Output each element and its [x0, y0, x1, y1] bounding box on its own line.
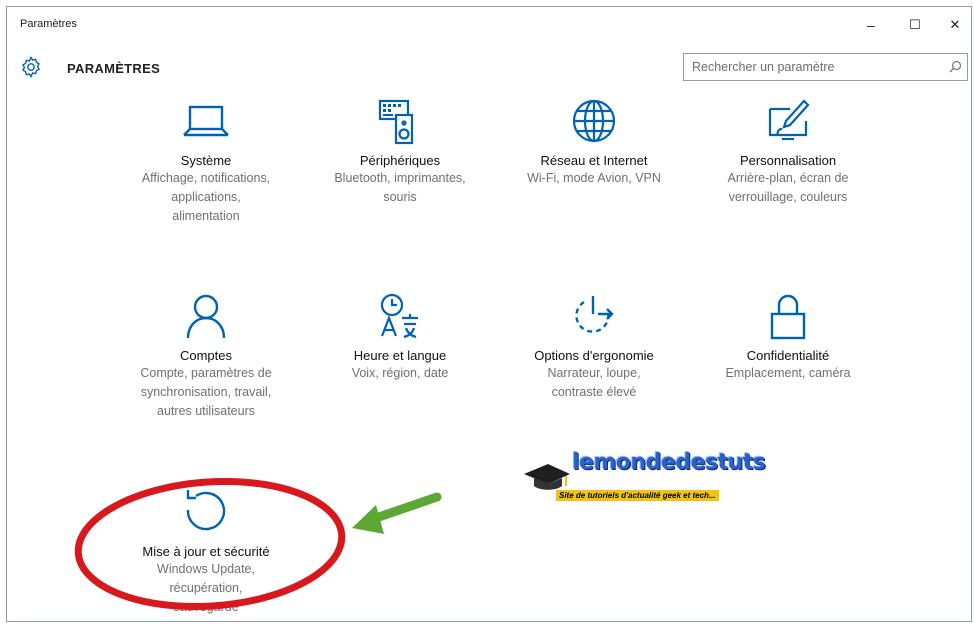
tile-heure[interactable]: Heure et langue Voix, région, date [310, 288, 490, 383]
lock-icon [770, 294, 806, 340]
tile-mise-a-jour[interactable]: Mise à jour et sécurité Windows Update, … [116, 484, 296, 617]
settings-window: Paramètres – ☐ ✕ PARAMÈTRES Rechercher u… [6, 6, 972, 622]
update-refresh-icon [186, 490, 226, 531]
tile-desc-line: Bluetooth, imprimantes, [334, 171, 466, 185]
person-icon [186, 294, 226, 339]
paint-monitor-icon [768, 99, 810, 141]
watermark-tagline: Site de tutoriels d'actualité geek et te… [556, 490, 719, 501]
tile-ergonomie[interactable]: Options d'ergonomie Narrateur, loupe, co… [504, 288, 684, 402]
tile-desc-line: récupération, [169, 581, 243, 595]
tile-confidentialite[interactable]: Confidentialité Emplacement, caméra [698, 288, 878, 383]
keyboard-speaker-icon [378, 99, 414, 145]
laptop-icon [183, 105, 229, 137]
maximize-button[interactable]: ☐ [897, 13, 933, 37]
tile-label: Réseau et Internet [540, 153, 648, 168]
tile-systeme[interactable]: Système Affichage, notifications, applic… [116, 93, 296, 226]
tile-label: Personnalisation [739, 153, 837, 168]
maximize-icon: ☐ [909, 17, 921, 32]
tile-label: Heure et langue [353, 348, 447, 363]
tile-desc-line: alimentation [172, 209, 240, 223]
tile-label: Confidentialité [746, 348, 830, 363]
tile-label: Périphériques [359, 153, 441, 168]
close-button[interactable]: ✕ [937, 13, 971, 37]
tile-desc-line: Voix, région, date [351, 366, 449, 380]
tile-label: Mise à jour et sécurité [142, 544, 270, 559]
tile-comptes[interactable]: Comptes Compte, paramètres de synchronis… [116, 288, 296, 421]
tile-desc-line: synchronisation, travail, [140, 385, 272, 399]
gear-icon [22, 56, 40, 78]
tile-reseau[interactable]: Réseau et Internet Wi-Fi, mode Avion, VP… [504, 93, 684, 188]
tile-desc-line: Narrateur, loupe, [547, 366, 641, 380]
tile-desc-line: applications, [171, 190, 241, 204]
watermark-text: lemondedestuts [572, 450, 766, 475]
tile-desc-line: Affichage, notifications, [141, 171, 271, 185]
watermark-logo: lemondedestuts Site de tutoriels d'actua… [522, 450, 766, 516]
search-input[interactable]: Rechercher un paramètre [683, 53, 968, 81]
tile-desc-line: souris [383, 190, 417, 204]
search-icon[interactable] [947, 59, 963, 75]
clock-language-icon [380, 293, 418, 339]
settings-header: PARAMÈTRES Rechercher un paramètre [7, 49, 971, 93]
close-icon: ✕ [949, 17, 961, 32]
tile-desc-line: Compte, paramètres de [140, 366, 272, 380]
title-bar: Paramètres – ☐ ✕ [7, 7, 971, 43]
window-title: Paramètres [20, 18, 77, 30]
tile-desc-line: Wi-Fi, mode Avion, VPN [527, 171, 661, 185]
minimize-button[interactable]: – [853, 13, 889, 37]
ease-of-access-icon [575, 296, 614, 333]
tile-desc-line: autres utilisateurs [157, 404, 255, 418]
tile-desc-line: sauvegarde [173, 600, 239, 614]
globe-icon [572, 99, 616, 143]
tile-desc-line: Arrière-plan, écran de [727, 171, 849, 185]
search-placeholder: Rechercher un paramètre [692, 60, 835, 74]
minimize-icon: – [867, 17, 875, 33]
tile-desc-line: Windows Update, [157, 562, 255, 576]
tile-peripheriques[interactable]: Périphériques Bluetooth, imprimantes, so… [310, 93, 490, 207]
page-title: PARAMÈTRES [67, 61, 161, 76]
tile-label: Système [180, 153, 232, 168]
tile-personnalisation[interactable]: Personnalisation Arrière-plan, écran de … [698, 93, 878, 207]
tile-desc-line: Emplacement, caméra [725, 366, 851, 380]
tile-desc-line: contraste élevé [551, 385, 637, 399]
tile-label: Options d'ergonomie [534, 348, 654, 363]
tile-desc-line: verrouillage, couleurs [728, 190, 848, 204]
tile-label: Comptes [179, 348, 233, 363]
